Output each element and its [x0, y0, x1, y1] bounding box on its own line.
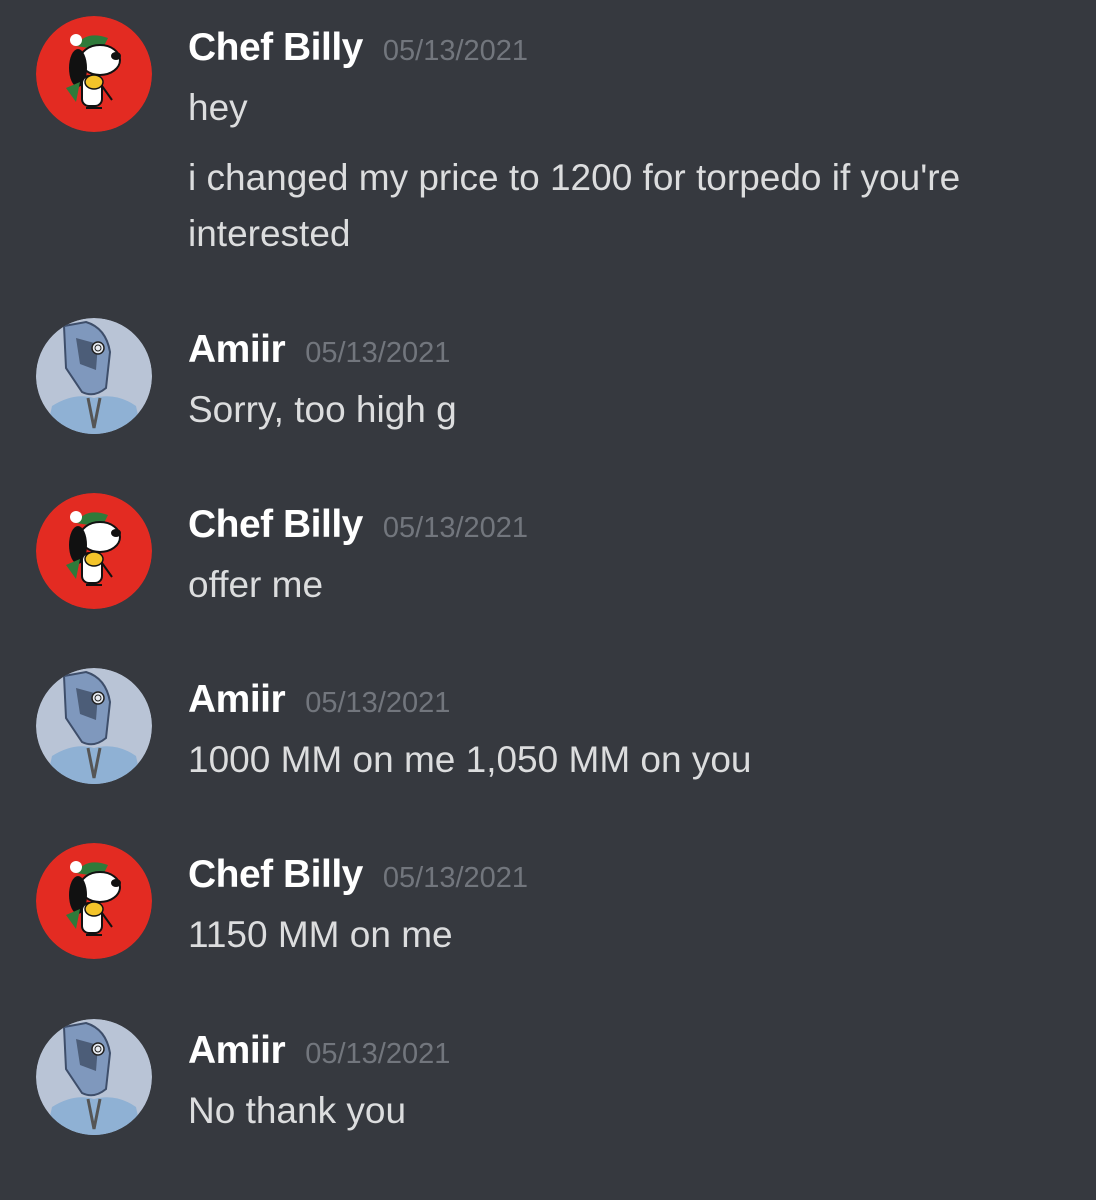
timestamp: 05/13/2021 — [382, 35, 529, 67]
message-header: Chef Billy 05/13/2021 — [188, 501, 528, 557]
snoopy-avatar-icon[interactable] — [36, 843, 152, 959]
message-text: i changed my price to 1200 for torpedo i… — [188, 157, 961, 254]
message-header: Amiir 05/13/2021 — [188, 1027, 450, 1083]
message-content: offer me — [188, 557, 1068, 613]
message-header: Amiir 05/13/2021 — [188, 326, 450, 382]
message-content: hey i changed my price to 1200 for torpe… — [188, 80, 1068, 262]
helmet-avatar-icon[interactable] — [36, 318, 152, 434]
message-content: 1150 MM on me — [188, 907, 1068, 963]
helmet-avatar-icon[interactable] — [36, 668, 152, 784]
chat-log: Chef Billy 05/13/2021 hey i changed my pr… — [0, 0, 1096, 1200]
message-content: Sorry, too high g — [188, 382, 1068, 438]
message-text: hey — [188, 87, 248, 128]
snoopy-avatar-icon[interactable] — [36, 16, 152, 132]
message-content: 1000 MM on me 1,050 MM on you — [188, 732, 1068, 788]
username[interactable]: Amiir — [188, 1029, 286, 1072]
message-header: Chef Billy 05/13/2021 — [188, 24, 528, 80]
username[interactable]: Amiir — [188, 678, 286, 721]
message-text: 1000 MM on me 1,050 MM on you — [188, 739, 752, 780]
message-text: No thank you — [188, 1090, 407, 1131]
username[interactable]: Amiir — [188, 328, 286, 371]
message-header: Chef Billy 05/13/2021 — [188, 851, 528, 907]
timestamp: 05/13/2021 — [305, 687, 451, 719]
timestamp: 05/13/2021 — [305, 1038, 451, 1070]
message-text: Sorry, too high g — [188, 389, 457, 430]
timestamp: 05/13/2021 — [305, 337, 451, 369]
username[interactable]: Chef Billy — [188, 853, 363, 896]
helmet-avatar-icon[interactable] — [36, 1019, 152, 1135]
username[interactable]: Chef Billy — [188, 26, 363, 69]
message-header: Amiir 05/13/2021 — [188, 676, 450, 732]
timestamp: 05/13/2021 — [382, 862, 529, 894]
message-text: offer me — [188, 564, 324, 605]
timestamp: 05/13/2021 — [382, 512, 529, 544]
message-content: No thank you — [188, 1083, 1068, 1139]
username[interactable]: Chef Billy — [188, 503, 363, 546]
snoopy-avatar-icon[interactable] — [36, 493, 152, 609]
message-text: 1150 MM on me — [188, 914, 453, 955]
